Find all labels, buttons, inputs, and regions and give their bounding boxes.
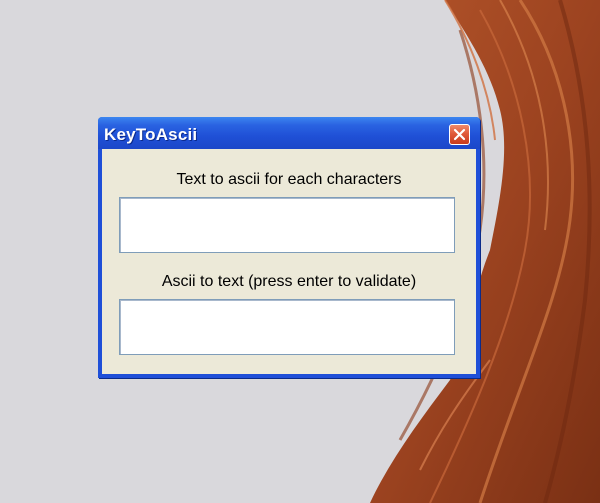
ascii-to-text-input[interactable]: [119, 299, 455, 355]
window-title: KeyToAscii: [104, 125, 198, 144]
close-icon: [453, 128, 466, 141]
close-button[interactable]: [449, 124, 470, 145]
keytoascii-window: KeyToAscii Text to ascii for each charac…: [98, 117, 480, 378]
text-to-ascii-label: Text to ascii for each characters: [176, 171, 402, 188]
text-to-ascii-input[interactable]: [119, 197, 455, 253]
ascii-to-text-label: Ascii to text (press enter to validate): [161, 273, 417, 290]
window-client-area: Text to ascii for each characters Ascii …: [102, 149, 476, 374]
title-bar[interactable]: KeyToAscii: [98, 117, 480, 149]
